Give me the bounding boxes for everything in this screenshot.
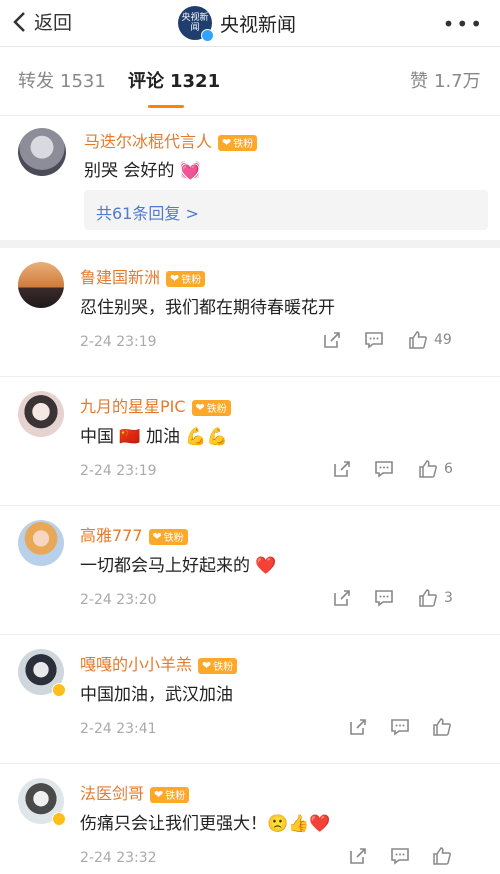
- avatar[interactable]: [18, 391, 64, 437]
- tab-repost[interactable]: 转发 1531: [18, 67, 106, 93]
- active-tab-indicator: [148, 105, 184, 108]
- like-button[interactable]: [432, 717, 452, 737]
- comment-text: 一切都会马上好起来的 ❤️: [80, 556, 277, 576]
- divider: [0, 240, 500, 248]
- fan-badge: ❤ 铁粉: [198, 657, 238, 674]
- comment-text: 伤痛只会让我们更强大！🙁👍❤️: [80, 814, 331, 834]
- comment-icon: [375, 590, 393, 607]
- top-bar: 返回 央视新闻 央视新闻 •••: [0, 0, 500, 47]
- thumbs-up-icon: [419, 589, 437, 607]
- like-count: 6: [444, 461, 453, 477]
- reply-item: 高雅777 ❤ 铁粉 一切都会马上好起来的 ❤️ 2-24 23:20 3: [0, 506, 500, 635]
- page-title: 央视新闻: [220, 13, 297, 36]
- fan-badge: ❤ 铁粉: [166, 270, 206, 287]
- timestamp: 2-24 23:20: [80, 592, 157, 608]
- comment-text: 忍住别哭，我们都在期待春暖花开: [80, 298, 335, 318]
- back-button[interactable]: 返回: [10, 8, 72, 35]
- like-button[interactable]: 49: [408, 330, 452, 350]
- heart-emoji: 💓: [179, 161, 201, 181]
- comment-button[interactable]: [374, 588, 394, 608]
- fan-badge: ❤ 铁粉: [191, 399, 231, 416]
- comment-button[interactable]: [364, 330, 384, 350]
- share-button[interactable]: [322, 330, 342, 350]
- tab-likes[interactable]: 赞 1.7万: [410, 67, 481, 93]
- timestamp: 2-24 23:19: [80, 334, 157, 350]
- comment-button[interactable]: [390, 846, 410, 866]
- reply-item: 法医剑哥 ❤ 铁粉 伤痛只会让我们更强大！🙁👍❤️ 2-24 23:32: [0, 764, 500, 874]
- avatar[interactable]: [18, 262, 64, 308]
- view-replies-button[interactable]: 共61条回复 >: [84, 190, 488, 230]
- share-icon: [324, 332, 340, 348]
- timestamp: 2-24 23:32: [80, 850, 157, 866]
- comment-icon: [365, 332, 383, 349]
- share-icon: [334, 461, 350, 477]
- thumbs-up-icon: [433, 718, 451, 736]
- comment-button[interactable]: [390, 717, 410, 737]
- share-icon: [350, 848, 366, 864]
- share-icon: [334, 590, 350, 606]
- comment-button[interactable]: [374, 459, 394, 479]
- like-count: 49: [434, 332, 452, 348]
- fan-icon: ❤: [154, 788, 164, 801]
- like-button[interactable]: 3: [418, 588, 453, 608]
- verified-icon: [52, 812, 66, 826]
- username[interactable]: 法医剑哥 ❤ 铁粉: [80, 780, 190, 804]
- back-label: 返回: [34, 12, 73, 34]
- reply-item: 九月的星星PIC ❤ 铁粉 中国 🇨🇳 加油 💪💪 2-24 23:19 6: [0, 377, 500, 506]
- share-button[interactable]: [332, 459, 352, 479]
- avatar[interactable]: [18, 520, 64, 566]
- share-button[interactable]: [348, 717, 368, 737]
- username[interactable]: 鲁建国新洲 ❤ 铁粉: [80, 264, 206, 288]
- fan-badge: ❤ 铁粉: [150, 786, 190, 803]
- share-icon: [350, 719, 366, 735]
- cctv-logo: 央视新闻: [178, 6, 214, 42]
- share-button[interactable]: [348, 846, 368, 866]
- more-icon[interactable]: •••: [443, 12, 484, 36]
- share-button[interactable]: [332, 588, 352, 608]
- comment-text: 中国加油，武汉加油: [80, 685, 233, 705]
- chevron-left-icon: [13, 11, 25, 32]
- tab-bar: 转发 1531 评论 1321 赞 1.7万: [0, 47, 500, 116]
- fan-icon: ❤: [170, 272, 180, 285]
- username[interactable]: 九月的星星PIC ❤ 铁粉: [80, 393, 231, 417]
- fan-icon: ❤: [152, 530, 162, 543]
- thumbs-up-icon: [409, 331, 427, 349]
- comment-text: 中国 🇨🇳 加油 💪💪: [80, 427, 228, 447]
- fan-icon: ❤: [195, 401, 205, 414]
- tab-comments[interactable]: 评论 1321: [128, 67, 220, 93]
- timestamp: 2-24 23:41: [80, 721, 157, 737]
- username[interactable]: 马迭尔冰棍代言人 ❤ 铁粉: [84, 128, 258, 152]
- timestamp: 2-24 23:19: [80, 463, 157, 479]
- comment-icon: [375, 461, 393, 478]
- like-count: 3: [444, 590, 453, 606]
- username[interactable]: 高雅777 ❤ 铁粉: [80, 522, 188, 546]
- username[interactable]: 嘎嘎的小小羊羔 ❤ 铁粉: [80, 651, 238, 675]
- fan-badge: ❤ 铁粉: [148, 528, 188, 545]
- fan-icon: ❤: [222, 136, 232, 149]
- account-title[interactable]: 央视新闻 央视新闻: [178, 6, 297, 42]
- like-button[interactable]: [432, 846, 452, 866]
- comment-icon: [391, 719, 409, 736]
- fan-badge: ❤ 铁粉: [218, 134, 258, 151]
- main-comment: 马迭尔冰棍代言人 ❤ 铁粉 别哭 会好的 💓 共61条回复 >: [0, 116, 500, 240]
- avatar[interactable]: [18, 128, 66, 176]
- verified-icon: [201, 29, 214, 42]
- reply-item: 嘎嘎的小小羊羔 ❤ 铁粉 中国加油，武汉加油 2-24 23:41: [0, 635, 500, 764]
- comment-text: 别哭 会好的 💓: [84, 161, 201, 181]
- like-button[interactable]: 6: [418, 459, 453, 479]
- thumbs-up-icon: [419, 460, 437, 478]
- comment-icon: [391, 848, 409, 865]
- verified-icon: [52, 683, 66, 697]
- thumbs-up-icon: [433, 847, 451, 865]
- reply-item: 鲁建国新洲 ❤ 铁粉 忍住别哭，我们都在期待春暖花开 2-24 23:19 49: [0, 248, 500, 377]
- fan-icon: ❤: [202, 659, 212, 672]
